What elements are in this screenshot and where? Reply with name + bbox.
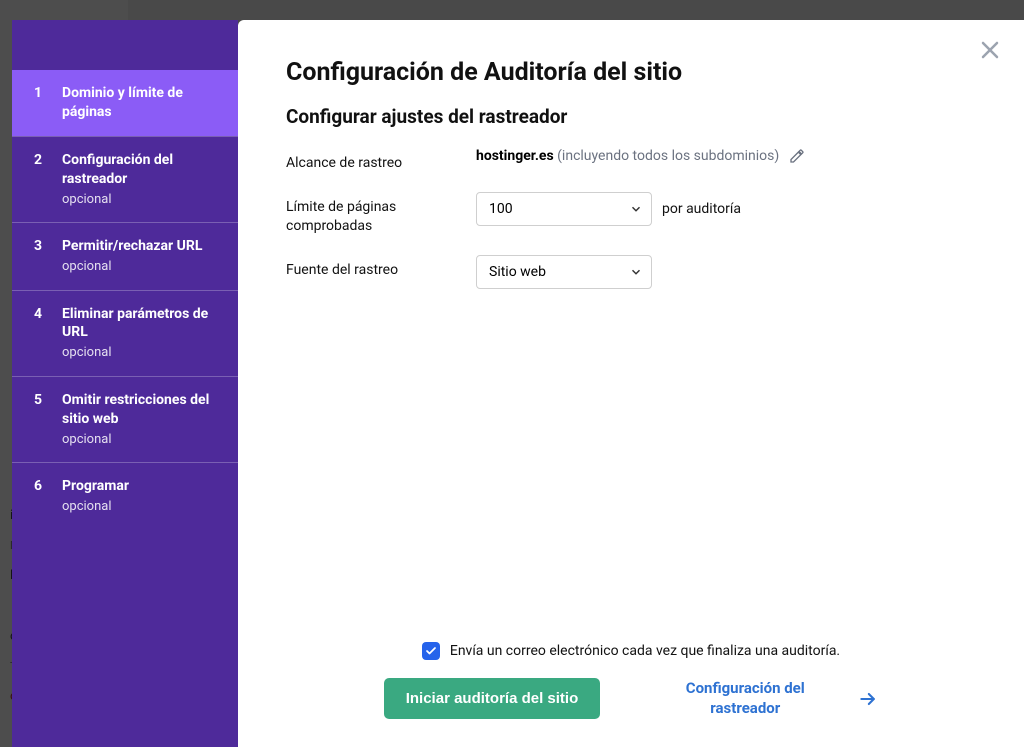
step-title: Permitir/rechazar URL	[62, 238, 202, 254]
step-number: 6	[34, 477, 48, 515]
step-optional: opcional	[62, 498, 129, 516]
close-button[interactable]	[978, 38, 1002, 62]
crawl-source-select[interactable]: Sitio web	[476, 255, 652, 289]
close-icon	[978, 38, 1002, 62]
row-crawl-scope: Alcance de rastreo hostinger.es (incluye…	[286, 148, 976, 174]
step-number: 1	[34, 84, 48, 122]
step-title: Omitir restricciones del sitio web	[62, 392, 209, 427]
step-number: 2	[34, 151, 48, 208]
step-title: Eliminar parámetros de URL	[62, 306, 208, 341]
step-number: 5	[34, 391, 48, 448]
modal-footer: Envía un correo electrónico cada vez que…	[286, 642, 976, 719]
step-optional: opcional	[62, 191, 222, 209]
site-audit-settings-modal: 1 Dominio y límite de páginas 2 Configur…	[12, 20, 1024, 747]
wizard-step-6[interactable]: 6 Programar opcional	[12, 462, 238, 529]
wizard-step-3[interactable]: 3 Permitir/rechazar URL opcional	[12, 222, 238, 289]
row-crawl-source: Fuente del rastreo Sitio web	[286, 255, 976, 289]
scope-subdomains: (incluyendo todos los subdominios)	[557, 148, 779, 164]
step-title: Configuración del rastreador	[62, 152, 173, 187]
wizard-step-1[interactable]: 1 Dominio y límite de páginas	[12, 70, 238, 136]
step-number: 3	[34, 237, 48, 275]
check-icon	[425, 645, 437, 657]
step-title: Dominio y límite de páginas	[62, 85, 183, 120]
step-title: Programar	[62, 478, 129, 494]
step-number: 4	[34, 305, 48, 362]
email-notify-checkbox[interactable]	[422, 642, 440, 660]
limit-label: Límite de páginas comprobadas	[286, 192, 476, 237]
email-notify-row: Envía un correo electrónico cada vez que…	[422, 642, 840, 660]
page-limit-select[interactable]: 100	[476, 192, 652, 226]
email-notify-label: Envía un correo electrónico cada vez que…	[450, 643, 840, 659]
crawl-source-value: Sitio web	[489, 264, 546, 280]
arrow-right-icon	[858, 689, 878, 709]
modal-subtitle: Configurar ajustes del rastreador	[286, 105, 976, 128]
edit-scope-button[interactable]	[789, 148, 805, 164]
chevron-down-icon	[629, 202, 643, 216]
wizard-step-4[interactable]: 4 Eliminar parámetros de URL opcional	[12, 290, 238, 376]
page-limit-value: 100	[489, 201, 513, 217]
step-optional: opcional	[62, 431, 222, 449]
wizard-steps: 1 Dominio y límite de páginas 2 Configur…	[12, 20, 238, 747]
chevron-down-icon	[629, 265, 643, 279]
step-optional: opcional	[62, 344, 222, 362]
limit-suffix: por auditoría	[662, 201, 741, 217]
next-step-arrow[interactable]	[858, 689, 878, 709]
wizard-step-5[interactable]: 5 Omitir restricciones del sitio web opc…	[12, 376, 238, 462]
source-label: Fuente del rastreo	[286, 255, 476, 281]
step-optional: opcional	[62, 258, 202, 276]
row-page-limit: Límite de páginas comprobadas 100 por au…	[286, 192, 976, 237]
wizard-step-2[interactable]: 2 Configuración del rastreador opcional	[12, 136, 238, 222]
modal-title: Configuración de Auditoría del sitio	[286, 58, 976, 87]
start-audit-button[interactable]: Iniciar auditoría del sitio	[384, 678, 601, 719]
pencil-icon	[789, 148, 805, 164]
settings-panel: Configuración de Auditoría del sitio Con…	[238, 20, 1024, 747]
crawler-settings-link[interactable]: Configuración del rastreador	[660, 679, 830, 718]
scope-domain: hostinger.es	[476, 148, 554, 164]
scope-label: Alcance de rastreo	[286, 148, 476, 174]
